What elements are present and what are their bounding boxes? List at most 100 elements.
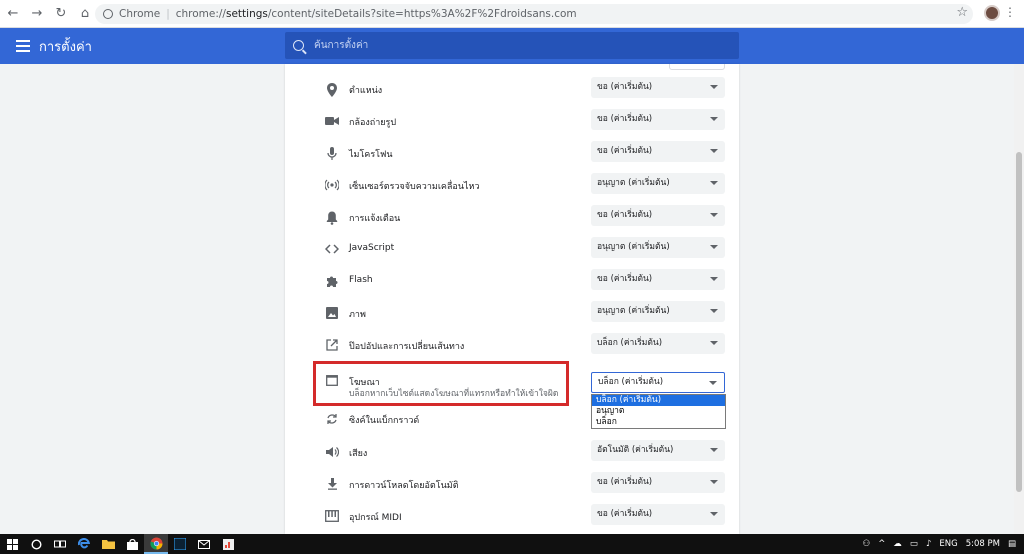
edge-browser-icon[interactable]: [72, 534, 96, 554]
permission-row-automatic-downloads: การดาวน์โหลดโดยอัตโนมัติ ขอ (ค่าเริ่มต้น…: [285, 469, 739, 501]
notification-bell-icon: [325, 211, 339, 225]
dropdown-option-block[interactable]: บล็อก: [592, 417, 725, 428]
chevron-down-icon: [710, 245, 718, 249]
automatic-downloads-select[interactable]: ขอ (ค่าเริ่มต้น): [591, 472, 725, 493]
chrome-page-icon: [103, 9, 113, 19]
permission-label: เสียง: [349, 449, 368, 459]
more-menu-icon[interactable]: ⋮: [1004, 5, 1016, 19]
microphone-select[interactable]: ขอ (ค่าเริ่มต้น): [591, 141, 725, 162]
location-icon: [325, 83, 339, 97]
system-tray: ⚇ ^ ☁ ▭ ♪ ENG 5:08 PM ▤: [863, 534, 1016, 554]
notifications-icon[interactable]: ▤: [1008, 539, 1016, 549]
dropdown-option-block-default[interactable]: บล็อก (ค่าเริ่มต้น): [592, 395, 725, 406]
chevron-down-icon: [710, 341, 718, 345]
dropdown-option-allow[interactable]: อนุญาต: [592, 406, 725, 417]
javascript-select[interactable]: อนุญาต (ค่าเริ่มต้น): [591, 237, 725, 258]
chevron-down-icon: [710, 448, 718, 452]
ads-select[interactable]: บล็อก (ค่าเริ่มต้น): [591, 372, 725, 393]
ads-icon: [325, 375, 339, 389]
permission-row-images: ภาพ อนุญาต (ค่าเริ่มต้น): [285, 298, 739, 330]
midi-select[interactable]: ขอ (ค่าเริ่มต้น): [591, 504, 725, 525]
flash-select[interactable]: ขอ (ค่าเริ่มต้น): [591, 269, 725, 290]
permission-row-location: ตำแหน่ง ขอ (ค่าเริ่มต้น): [285, 74, 739, 106]
chevron-down-icon: [710, 309, 718, 313]
permission-row-camera: กล้องถ่ายรูป ขอ (ค่าเริ่มต้น): [285, 106, 739, 138]
hamburger-menu-icon[interactable]: [16, 40, 30, 52]
notifications-select[interactable]: ขอ (ค่าเริ่มต้น): [591, 205, 725, 226]
images-select[interactable]: อนุญาต (ค่าเริ่มต้น): [591, 301, 725, 322]
puzzle-icon: [325, 275, 339, 289]
photoshop-icon[interactable]: [168, 534, 192, 554]
chevron-down-icon: [710, 85, 718, 89]
popup-icon: [325, 339, 339, 353]
motion-sensors-select[interactable]: อนุญาต (ค่าเริ่มต้น): [591, 173, 725, 194]
permission-label: เซ็นเซอร์ตรวจจับความเคลื่อนไหว: [349, 182, 480, 192]
microphone-icon: [325, 147, 339, 161]
chrome-label: Chrome: [119, 8, 161, 20]
permission-label: Flash: [349, 275, 373, 285]
camera-select[interactable]: ขอ (ค่าเริ่มต้น): [591, 109, 725, 130]
chevron-down-icon: [709, 381, 717, 385]
permission-row-javascript: JavaScript อนุญาต (ค่าเริ่มต้น): [285, 234, 739, 266]
motion-sensor-icon: [324, 179, 340, 193]
permission-row-motion-sensors: เซ็นเซอร์ตรวจจับความเคลื่อนไหว อนุญาต (ค…: [285, 170, 739, 202]
clock-time[interactable]: 5:08 PM: [966, 539, 1000, 549]
language-indicator[interactable]: ENG: [939, 539, 957, 549]
download-icon: [325, 478, 339, 492]
omnibox-separator: |: [166, 8, 170, 20]
permission-row-sound: เสียง อัตโนมัติ (ค่าเริ่มต้น): [285, 437, 739, 469]
address-bar[interactable]: Chrome | chrome://settings/content/siteD…: [95, 4, 973, 24]
app-icon[interactable]: [216, 534, 240, 554]
task-view-icon[interactable]: [48, 534, 72, 554]
mail-icon[interactable]: [192, 534, 216, 554]
permission-label: ซิงค์ในแบ็กกราวด์: [349, 416, 420, 426]
permission-label: ป๊อปอัปและการเปลี่ยนเส้นทาง: [349, 342, 465, 352]
chevron-down-icon: [710, 117, 718, 121]
cortana-icon[interactable]: [24, 534, 48, 554]
permission-label: การแจ้งเตือน: [349, 214, 401, 224]
home-icon[interactable]: ⌂: [74, 3, 96, 25]
browser-toolbar: ← → ↻ ⌂ Chrome | chrome://settings/conte…: [0, 0, 1024, 28]
camera-icon: [325, 115, 339, 129]
code-icon: [324, 243, 340, 257]
people-icon[interactable]: ⚇: [863, 539, 871, 549]
chevron-down-icon: [710, 512, 718, 516]
forward-arrow-icon[interactable]: →: [26, 3, 48, 25]
permission-row-flash: Flash ขอ (ค่าเริ่มต้น): [285, 266, 739, 298]
site-permissions-card: ตำแหน่ง ขอ (ค่าเริ่มต้น) กล้องถ่ายรูป ขอ…: [285, 64, 739, 534]
weather-cloud-icon[interactable]: ☁: [893, 539, 902, 549]
profile-avatar[interactable]: [984, 5, 1000, 21]
page-scrollbar[interactable]: [1014, 64, 1024, 534]
windows-start-icon[interactable]: [0, 534, 24, 554]
chevron-down-icon: [710, 277, 718, 281]
location-select[interactable]: ขอ (ค่าเริ่มต้น): [591, 77, 725, 98]
windows-taskbar: ⚇ ^ ☁ ▭ ♪ ENG 5:08 PM ▤: [0, 534, 1024, 554]
page-title: การตั้งค่า: [39, 39, 92, 55]
file-explorer-icon[interactable]: [96, 534, 120, 554]
store-icon[interactable]: [120, 534, 144, 554]
bookmark-star-icon[interactable]: ☆: [956, 5, 968, 20]
permission-label: ภาพ: [349, 310, 366, 320]
settings-search-input[interactable]: ค้นการตั้งค่า: [285, 32, 739, 59]
show-hidden-icons-icon[interactable]: ^: [878, 539, 885, 549]
chrome-taskbar-icon[interactable]: [144, 534, 168, 554]
scrollbar-thumb[interactable]: [1016, 152, 1022, 492]
permission-row-notifications: การแจ้งเตือน ขอ (ค่าเริ่มต้น): [285, 202, 739, 234]
ads-dropdown-list[interactable]: บล็อก (ค่าเริ่มต้น) อนุญาต บล็อก: [591, 394, 726, 429]
permission-label: ตำแหน่ง: [349, 86, 383, 96]
permission-row-midi: อุปกรณ์ MIDI ขอ (ค่าเริ่มต้น): [285, 501, 739, 533]
image-icon: [325, 307, 339, 321]
url-text: chrome://settings/content/siteDetails?si…: [175, 8, 577, 20]
sound-select[interactable]: อัตโนมัติ (ค่าเริ่มต้น): [591, 440, 725, 461]
popups-select[interactable]: บล็อก (ค่าเริ่มต้น): [591, 333, 725, 354]
network-icon[interactable]: ▭: [910, 539, 918, 549]
permission-label: ไมโครโฟน: [349, 150, 393, 160]
permission-row-microphone: ไมโครโฟน ขอ (ค่าเริ่มต้น): [285, 138, 739, 170]
reset-permissions-button[interactable]: [669, 64, 725, 70]
midi-icon: [325, 510, 339, 524]
volume-icon[interactable]: ♪: [926, 539, 931, 549]
chevron-down-icon: [710, 181, 718, 185]
back-arrow-icon[interactable]: ←: [2, 3, 24, 25]
search-placeholder: ค้นการตั้งค่า: [314, 40, 369, 51]
reload-icon[interactable]: ↻: [50, 3, 72, 25]
